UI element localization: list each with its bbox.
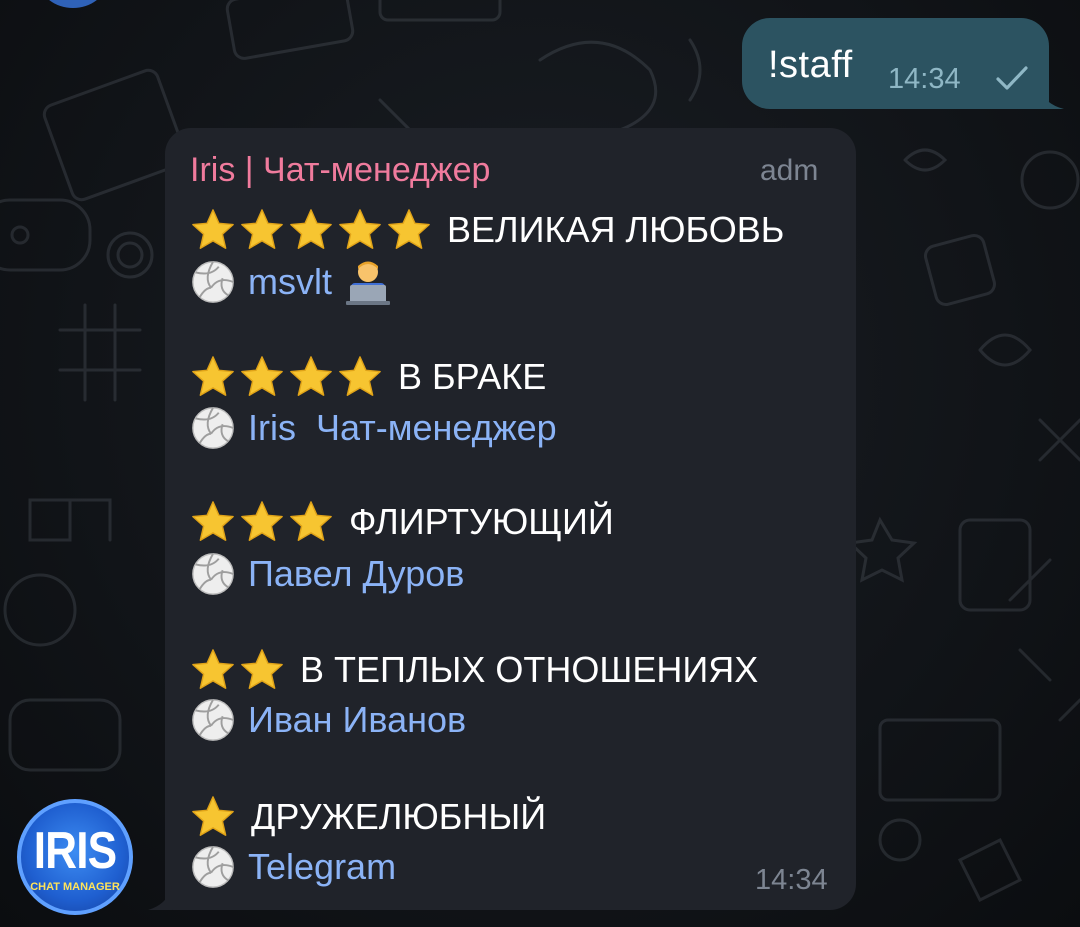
check-icon: [996, 66, 1028, 90]
rank-title-text: ДРУЖЕЛЮБНЫЙ: [251, 796, 547, 837]
staff-rank-title: ДРУЖЕЛЮБНЫЙ: [190, 795, 546, 839]
user-mention-link[interactable]: Павел Дуров: [248, 553, 464, 595]
iris-bot-avatar[interactable]: IRIS CHAT MANAGER: [17, 799, 133, 915]
staff-member-row: Павел Дуров: [190, 552, 464, 596]
star-icon: [192, 649, 234, 689]
star-icon: [241, 649, 283, 689]
staff-rank-title: В ТЕПЛЫХ ОТНОШЕНИЯХ: [190, 648, 758, 692]
rank-title-text: В БРАКЕ: [398, 356, 547, 397]
rank-title-text: ФЛИРТУЮЩИЙ: [349, 501, 614, 542]
incoming-bubble-tail: [148, 886, 172, 910]
staff-member-row: msvlt: [190, 260, 390, 305]
star-rating: [190, 794, 239, 840]
star-icon: [339, 356, 381, 396]
star-rating: [190, 499, 337, 545]
star-icon: [192, 209, 234, 249]
star-icon: [241, 356, 283, 396]
incoming-message-time: 14:34: [755, 864, 828, 896]
star-icon: [290, 209, 332, 249]
star-icon: [290, 501, 332, 541]
star-rating: [190, 207, 435, 253]
staff-member-row: Иван Иванов: [190, 698, 466, 742]
user-mention-link[interactable]: msvlt: [248, 261, 332, 303]
outgoing-bubble-tail: [1040, 88, 1064, 109]
star-icon: [241, 209, 283, 249]
star-icon: [388, 209, 430, 249]
volleyball-icon: [192, 407, 234, 449]
volleyball-icon: [192, 699, 234, 741]
outgoing-message-time: 14:34: [888, 63, 961, 95]
volleyball-icon: [192, 261, 234, 303]
star-icon: [192, 796, 234, 836]
star-rating: [190, 647, 288, 693]
admin-role-tag: adm: [760, 154, 819, 187]
staff-rank-title: В БРАКЕ: [190, 355, 546, 399]
staff-rank-title: ФЛИРТУЮЩИЙ: [190, 500, 614, 544]
volleyball-icon: [192, 846, 234, 888]
sender-name[interactable]: Iris | Чат-менеджер: [190, 151, 490, 190]
volleyball-icon: [192, 553, 234, 595]
star-rating: [190, 354, 386, 400]
star-icon: [192, 356, 234, 396]
technologist-emoji-icon: [346, 261, 390, 305]
rank-title-text: В ТЕПЛЫХ ОТНОШЕНИЯХ: [300, 649, 759, 690]
staff-member-row: Telegram: [190, 845, 396, 889]
star-icon: [192, 501, 234, 541]
user-mention-link[interactable]: Telegram: [248, 846, 396, 888]
staff-rank-title: ВЕЛИКАЯ ЛЮБОВЬ: [190, 208, 784, 252]
rank-title-text: ВЕЛИКАЯ ЛЮБОВЬ: [447, 209, 785, 250]
star-icon: [290, 356, 332, 396]
iris-logo-text: IRIS: [33, 822, 117, 880]
user-mention-link[interactable]: Иван Иванов: [248, 699, 466, 741]
iris-logo-subtext: CHAT MANAGER: [30, 881, 120, 893]
star-icon: [339, 209, 381, 249]
staff-member-row: Iris Чат-менеджер: [190, 406, 557, 450]
user-mention-link[interactable]: Iris Чат-менеджер: [248, 407, 557, 449]
outgoing-message-text: !staff: [768, 44, 853, 86]
star-icon: [241, 501, 283, 541]
